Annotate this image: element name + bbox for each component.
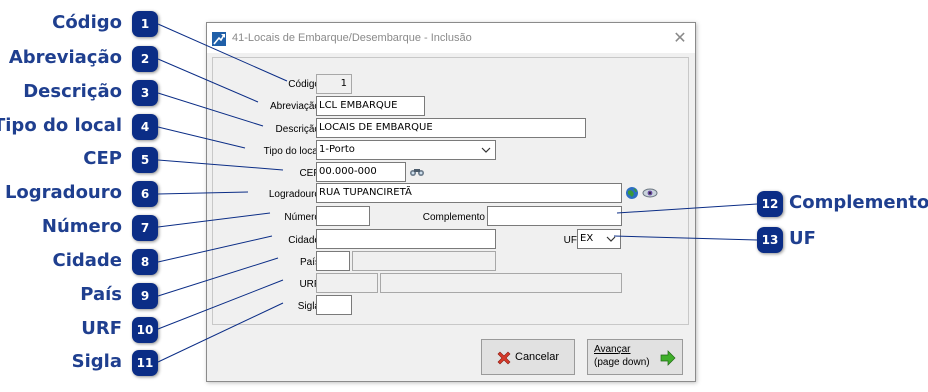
callout-label-8: Cidade [52,250,122,271]
callout-badge-1: 1 [132,11,158,37]
callout-label-4: Tipo do local [0,115,122,136]
abreviacao-input[interactable]: LCL EMBARQUE [316,96,425,116]
form-panel: Código 1 Abreviação LCL EMBARQUE Descriç… [212,57,689,325]
logradouro-label: Logradouro [268,189,320,200]
urf-name-field [380,273,622,293]
cidade-input[interactable] [316,229,496,249]
globe-icon[interactable] [625,186,639,200]
uf-label: UF [563,235,577,246]
chevron-down-icon [606,236,616,242]
numero-label: Número [284,212,320,223]
callout-badge-3: 3 [132,80,158,106]
tipo-local-label: Tipo do local [263,146,320,157]
callout-label-2: Abreviação [8,47,122,68]
tipo-local-value: 1-Porto [319,144,355,155]
callout-label-6: Logradouro [4,182,122,203]
callout-label-9: País [80,284,122,305]
complemento-label: Complemento [422,212,485,223]
urf-code-field[interactable] [316,273,378,293]
callout-badge-10: 10 [132,317,158,343]
app-icon [212,32,226,46]
window-title: 41-Locais de Embarque/Desembarque - Incl… [232,32,472,44]
green-arrow-icon [660,350,676,366]
callout-badge-6: 6 [132,181,158,207]
callout-label-7: Número [41,216,122,237]
cancel-label: Cancelar [515,351,560,363]
callout-label-13: UF [789,228,816,249]
uf-value: EX [580,233,594,244]
descricao-label: Descrição [275,124,320,135]
callout-badge-13: 13 [757,227,783,253]
cep-input[interactable]: 00.000-000 [316,162,406,182]
binoculars-icon[interactable] [409,166,425,178]
callout-label-10: URF [81,318,122,339]
callout-badge-5: 5 [132,147,158,173]
callout-badge-4: 4 [132,114,158,140]
callout-label-3: Descrição [23,81,122,102]
pais-name-field [352,251,496,271]
red-x-icon [497,351,511,365]
callout-label-5: CEP [83,148,122,169]
sigla-input[interactable] [316,295,352,315]
logradouro-input[interactable]: RUA TUPANCIRETÃ [316,183,622,203]
title-bar[interactable]: 41-Locais de Embarque/Desembarque - Incl… [207,23,695,53]
tipo-local-select[interactable]: 1-Porto [316,140,496,160]
callout-badge-8: 8 [132,249,158,275]
callout-label-12: Complemento [789,192,928,213]
callout-badge-12: 12 [757,191,783,217]
complemento-input[interactable] [487,206,622,226]
chevron-down-icon [481,147,491,153]
close-icon[interactable]: ✕ [669,27,691,49]
eye-icon[interactable] [642,187,658,199]
callout-badge-9: 9 [132,283,158,309]
callout-label-11: Sigla [71,351,122,372]
uf-select[interactable]: EX [577,229,621,249]
cancel-button[interactable]: Cancelar [481,339,575,375]
pais-code-input[interactable] [316,251,350,271]
codigo-field: 1 [316,74,352,94]
abreviacao-label: Abreviação [269,101,320,112]
next-label-line2: (page down) [594,357,650,368]
callout-label-1: Código [52,12,122,33]
callout-badge-11: 11 [132,350,158,376]
callout-badge-2: 2 [132,46,158,72]
dialog-window: 41-Locais de Embarque/Desembarque - Incl… [206,22,696,382]
next-label-line1: Avançar [594,344,631,355]
numero-input[interactable] [316,206,370,226]
next-button[interactable]: Avançar (page down) [587,339,683,375]
descricao-input[interactable]: LOCAIS DE EMBARQUE [316,118,586,138]
callout-badge-7: 7 [132,215,158,241]
